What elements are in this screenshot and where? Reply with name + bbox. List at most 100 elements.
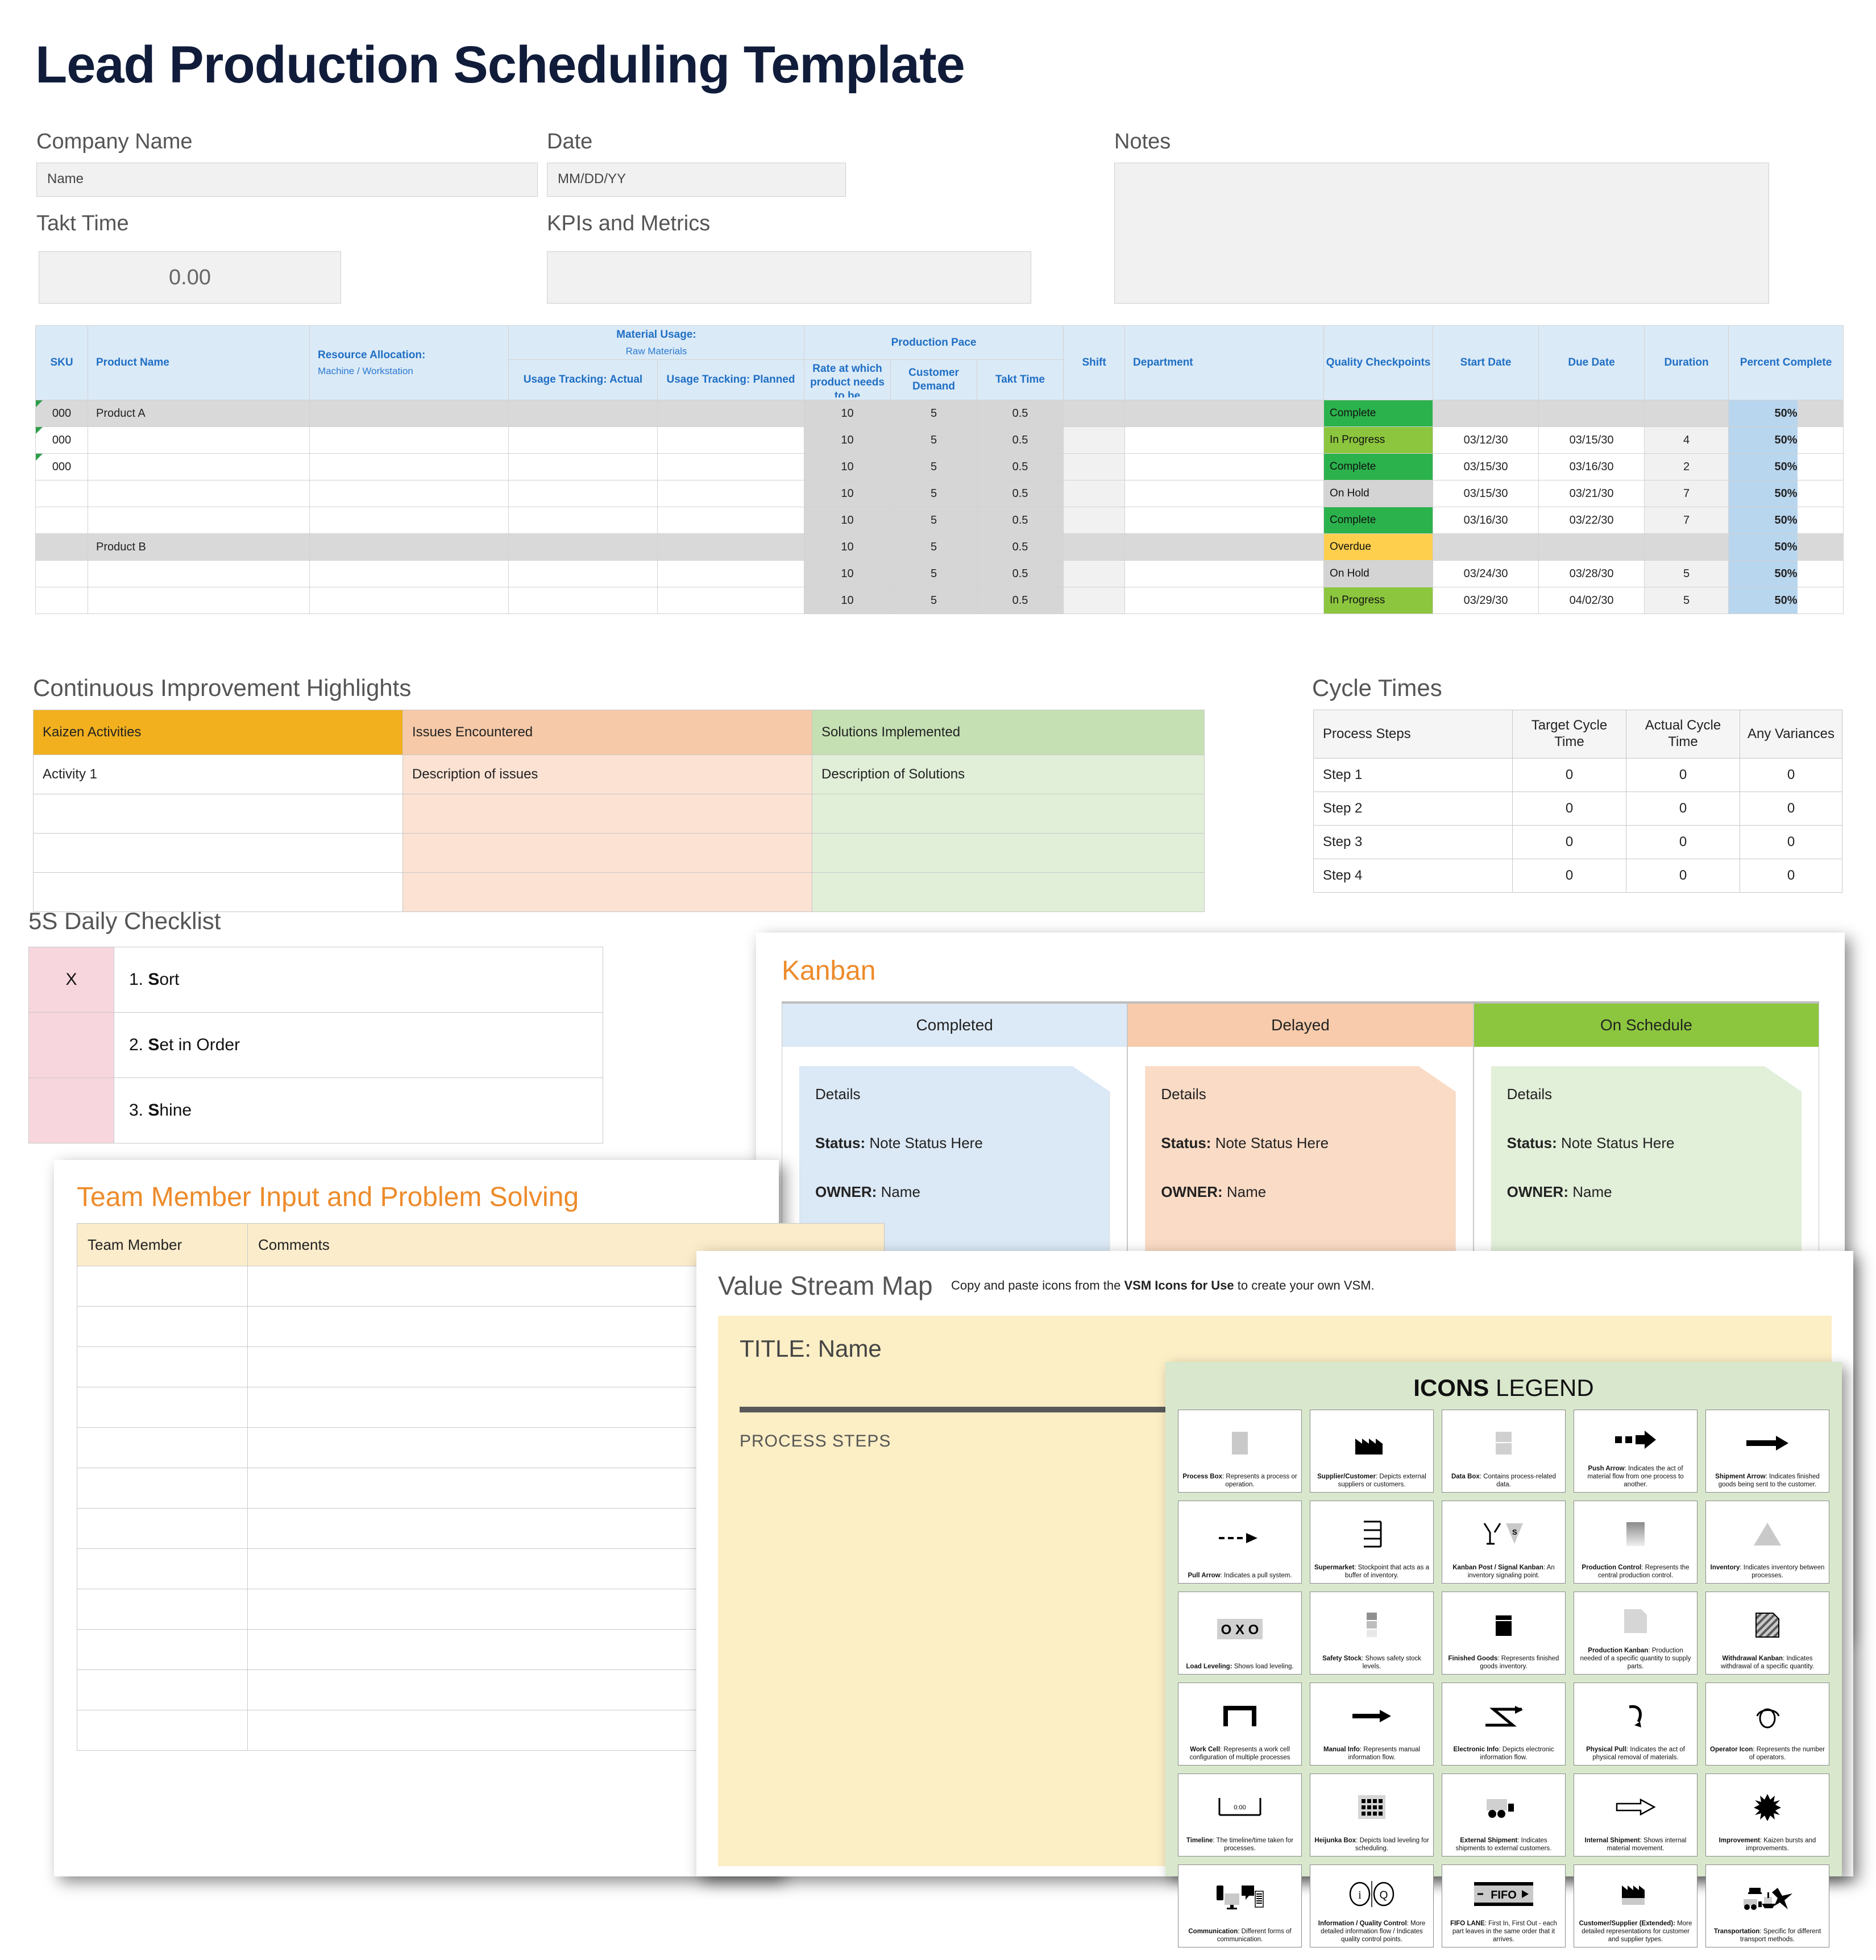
kanban-column-title[interactable]: On Schedule [1474,1004,1819,1047]
status-badge[interactable]: On Hold [1323,480,1434,507]
cell-due-date[interactable] [1538,533,1645,561]
cell-resource-allocation[interactable] [309,587,509,614]
th-department[interactable]: Department [1124,325,1325,400]
table-row[interactable] [33,833,1205,873]
cycle-step-name[interactable]: Step 3 [1313,825,1513,859]
cell-due-date[interactable] [1538,400,1645,427]
table-row[interactable]: Activity 1 Description of issues Descripti… [33,755,1205,794]
table-row[interactable]: 10 5 0.5 On Hold 03/15/30 03/21/30 7 50% [35,480,1844,507]
cell-duration[interactable] [1644,533,1729,561]
cell-shift[interactable] [1063,507,1126,534]
cycle-value[interactable]: 0 [1626,758,1740,792]
cycle-value[interactable]: 0 [1626,792,1740,826]
cell-usage-actual[interactable] [508,560,658,587]
th-usage-actual[interactable]: Usage Tracking: Actual [508,359,658,400]
table-row[interactable] [33,794,1205,834]
cell-percent-complete[interactable]: 50% [1728,587,1844,614]
cell-product-name[interactable] [88,480,310,507]
team-member-cell[interactable] [77,1346,248,1387]
status-badge[interactable]: On Hold [1323,560,1434,587]
cell-department[interactable] [1124,587,1325,614]
table-row[interactable]: Step 4000 [1313,859,1842,893]
cell-resource-allocation[interactable] [309,507,509,534]
legend-item[interactable]: Transportation: Specific for different t… [1705,1864,1829,1947]
list-item[interactable]: 3. Shine [28,1078,603,1143]
ct-th-process-steps[interactable]: Process Steps [1313,710,1513,759]
cell-rate[interactable]: 10 [804,507,891,534]
cell-sku[interactable]: 000 [35,426,88,454]
status-badge[interactable]: In Progress [1323,587,1434,614]
team-member-cell[interactable] [77,1266,248,1307]
cycle-value[interactable]: 0 [1740,792,1842,826]
legend-item[interactable]: Customer/Supplier (Extended): More detai… [1574,1864,1697,1947]
legend-item[interactable]: Process Box: Represents a process or ope… [1178,1410,1302,1493]
team-member-cell[interactable] [77,1508,248,1549]
cell-start-date[interactable] [1433,533,1539,561]
cell-usage-planned[interactable] [657,507,805,534]
cycle-value[interactable]: 0 [1512,859,1626,893]
company-name-input[interactable]: Name [36,163,538,197]
cell-shift[interactable] [1063,560,1126,587]
cell-start-date[interactable]: 03/15/30 [1433,480,1539,507]
legend-item[interactable]: Production Control: Represents the centr… [1574,1501,1697,1584]
cell-usage-actual[interactable] [508,453,658,480]
cell-product-name[interactable] [88,560,310,587]
team-member-cell[interactable] [77,1710,248,1751]
cell-sku[interactable] [35,533,88,561]
cell-usage-planned[interactable] [657,400,805,427]
cell-usage-planned[interactable] [657,533,805,561]
legend-item[interactable]: Heijunka Box: Depicts load leveling for … [1310,1773,1434,1857]
th-quality-checkpoints[interactable]: Quality Checkpoints [1323,325,1434,400]
cell-start-date[interactable]: 03/24/30 [1433,560,1539,587]
th-start-date[interactable]: Start Date [1433,325,1539,400]
cycle-value[interactable]: 0 [1626,859,1740,893]
cell-takt-time[interactable]: 0.5 [977,560,1064,587]
cell-sku[interactable] [35,560,88,587]
table-row[interactable]: 000 10 5 0.5 Complete 03/15/30 03/16/30 2 50% [35,453,1844,480]
team-member-cell[interactable] [77,1427,248,1468]
cell-department[interactable] [1124,533,1325,561]
legend-item[interactable]: Work Cell: Represents a work cell config… [1178,1683,1302,1766]
cell-start-date[interactable]: 03/15/30 [1433,453,1539,480]
five-s-checkbox[interactable] [28,1078,114,1143]
th-due-date[interactable]: Due Date [1538,325,1645,400]
cell-resource-allocation[interactable] [309,400,509,427]
kpis-input[interactable] [547,251,1031,304]
cell-product-name[interactable] [88,453,310,480]
cell-department[interactable] [1124,453,1325,480]
date-input[interactable]: MM/DD/YY [547,163,846,197]
cell-rate[interactable]: 10 [804,533,891,561]
cell-rate[interactable]: 10 [804,426,891,454]
cell-resource-allocation[interactable] [309,453,509,480]
cell-percent-complete[interactable]: 50% [1728,507,1844,534]
ct-th-variance[interactable]: Any Variances [1740,710,1842,759]
status-badge[interactable]: Complete [1323,507,1434,534]
legend-item[interactable]: 0:00 Timeline: The timeline/time taken fo… [1178,1773,1302,1857]
five-s-checkbox[interactable]: X [28,947,114,1013]
cell-duration[interactable]: 5 [1644,587,1729,614]
status-badge[interactable]: Overdue [1323,533,1434,561]
th-percent-complete[interactable]: Percent Complete [1728,325,1844,400]
cell-takt-time[interactable]: 0.5 [977,453,1064,480]
th-rate[interactable]: Rate at which product needs to be comple… [804,359,891,400]
status-badge[interactable]: Complete [1323,400,1434,427]
cell-usage-planned[interactable] [657,587,805,614]
kanban-column-title[interactable]: Delayed [1128,1004,1473,1047]
team-member-cell[interactable] [77,1548,248,1589]
legend-item[interactable]: Data Box: Contains process-related data. [1442,1410,1566,1493]
cell-usage-actual[interactable] [508,587,658,614]
cell-customer-demand[interactable]: 5 [890,587,978,614]
legend-item[interactable]: Improvement: Kaizen bursts and improveme… [1705,1773,1829,1857]
cell-shift[interactable] [1063,587,1126,614]
cell-customer-demand[interactable]: 5 [890,480,978,507]
ci-th-solutions[interactable]: Solutions Implemented [812,710,1205,755]
table-row[interactable]: 000 Product A 10 5 0.5 Complete 50% [35,400,1844,427]
cell-sku[interactable] [35,587,88,614]
legend-item[interactable]: Supplier/Customer: Depicts external supp… [1310,1410,1434,1493]
cell-resource-allocation[interactable] [309,480,509,507]
legend-item[interactable]: Manual Info: Represents manual informati… [1310,1683,1434,1766]
cell-usage-actual[interactable] [508,400,658,427]
legend-item[interactable]: Push Arrow: Indicates the act of materia… [1574,1410,1697,1493]
cell-rate[interactable]: 10 [804,560,891,587]
cycle-value[interactable]: 0 [1512,792,1626,826]
